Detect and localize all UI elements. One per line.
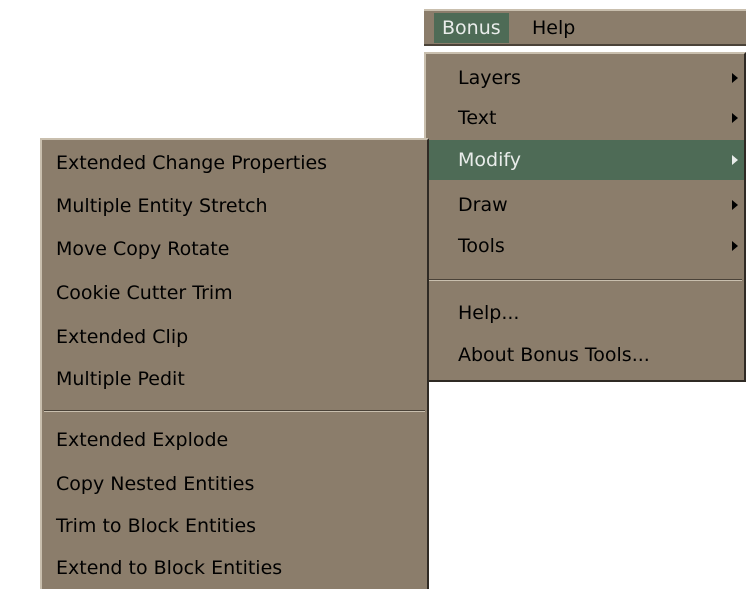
submenu-arrow-icon xyxy=(732,73,738,83)
submenu-item-label: Copy Nested Entities xyxy=(56,473,255,495)
menu-item-text[interactable]: Text xyxy=(426,98,744,138)
submenu-item-trim-to-block-entities[interactable]: Trim to Block Entities xyxy=(42,506,427,546)
submenu-item-cookie-cutter-trim[interactable]: Cookie Cutter Trim xyxy=(42,273,427,313)
submenu-item-move-copy-rotate[interactable]: Move Copy Rotate xyxy=(42,229,427,269)
submenu-item-label: Extended Clip xyxy=(56,326,189,348)
menu-item-label: Text xyxy=(458,107,497,129)
menu-item-label: Tools xyxy=(458,235,505,257)
submenu-arrow-icon xyxy=(732,200,738,210)
menu-help[interactable]: Help xyxy=(524,13,583,43)
submenu-arrow-icon xyxy=(732,241,738,251)
submenu-item-multiple-entity-stretch[interactable]: Multiple Entity Stretch xyxy=(42,186,427,226)
submenu-item-label: Cookie Cutter Trim xyxy=(56,282,233,304)
menu-bar: Bonus Help xyxy=(424,9,746,46)
submenu-item-multiple-pedit[interactable]: Multiple Pedit xyxy=(42,359,427,399)
submenu-arrow-icon xyxy=(732,113,738,123)
menu-item-draw[interactable]: Draw xyxy=(426,185,744,225)
menu-help-label: Help xyxy=(532,17,576,39)
submenu-item-extended-change-properties[interactable]: Extended Change Properties xyxy=(42,143,427,183)
menu-item-layers[interactable]: Layers xyxy=(426,58,744,98)
menu-bonus-label: Bonus xyxy=(442,17,501,39)
submenu-item-extend-to-block-entities[interactable]: Extend to Block Entities xyxy=(42,548,427,588)
menu-item-label: Draw xyxy=(458,194,508,216)
menu-separator xyxy=(44,410,425,412)
menu-item-label: Modify xyxy=(458,149,521,171)
menu-separator xyxy=(428,279,742,281)
submenu-item-label: Move Copy Rotate xyxy=(56,238,230,260)
menu-item-label: Layers xyxy=(458,67,521,89)
submenu-item-label: Multiple Pedit xyxy=(56,368,185,390)
menu-item-modify[interactable]: Modify xyxy=(426,140,744,180)
menu-item-help[interactable]: Help... xyxy=(426,293,744,333)
menu-item-label: About Bonus Tools... xyxy=(458,344,650,366)
submenu-item-label: Extend to Block Entities xyxy=(56,557,283,579)
submenu-item-copy-nested-entities[interactable]: Copy Nested Entities xyxy=(42,464,427,504)
submenu-item-label: Extended Change Properties xyxy=(56,152,328,174)
menu-bonus[interactable]: Bonus xyxy=(434,13,509,43)
submenu-item-extended-clip[interactable]: Extended Clip xyxy=(42,317,427,357)
submenu-item-extended-explode[interactable]: Extended Explode xyxy=(42,420,427,460)
bonus-menu: Layers Text Modify Draw Tools Help... Ab… xyxy=(424,52,746,382)
menu-item-label: Help... xyxy=(458,302,520,324)
submenu-item-label: Trim to Block Entities xyxy=(56,515,257,537)
modify-submenu: Extended Change Properties Multiple Enti… xyxy=(40,138,429,589)
menu-item-about-bonus-tools[interactable]: About Bonus Tools... xyxy=(426,335,744,375)
submenu-item-label: Extended Explode xyxy=(56,429,229,451)
submenu-item-label: Multiple Entity Stretch xyxy=(56,195,268,217)
submenu-arrow-icon xyxy=(732,155,738,165)
menu-item-tools[interactable]: Tools xyxy=(426,226,744,266)
